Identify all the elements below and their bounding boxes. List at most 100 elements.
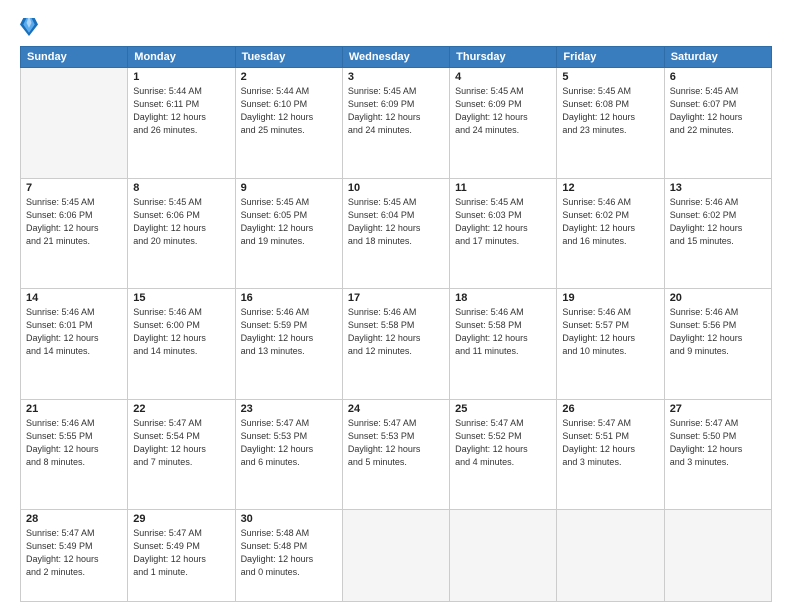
page: SundayMondayTuesdayWednesdayThursdayFrid… [0,0,792,612]
day-info: Sunrise: 5:46 AM Sunset: 5:58 PM Dayligh… [348,306,444,358]
calendar-cell [557,510,664,602]
weekday-header: Friday [557,47,664,68]
week-row: 28 Sunrise: 5:47 AM Sunset: 5:49 PM Dayli… [21,510,772,602]
weekday-header: Sunday [21,47,128,68]
week-row: 21Sunrise: 5:46 AM Sunset: 5:55 PM Dayli… [21,399,772,510]
day-number: 7 [26,182,122,194]
day-number: 26 [562,403,658,415]
day-info: Sunrise: 5:46 AM Sunset: 5:58 PM Dayligh… [455,306,551,358]
day-number: 3 [348,71,444,83]
day-number: 25 [455,403,551,415]
calendar-cell: 8 Sunrise: 5:45 AM Sunset: 6:06 PM Daylig… [128,178,235,289]
logo [20,16,42,38]
day-number: 17 [348,292,444,304]
day-info: Sunrise: 5:45 AM Sunset: 6:06 PM Dayligh… [26,196,122,248]
day-info: Sunrise: 5:45 AM Sunset: 6:07 PM Dayligh… [670,85,766,137]
week-row: 14 Sunrise: 5:46 AM Sunset: 6:01 PM Dayli… [21,289,772,400]
day-number: 10 [348,182,444,194]
day-number: 16 [241,292,337,304]
day-info: Sunrise: 5:44 AM Sunset: 6:10 PM Dayligh… [241,85,337,137]
day-number: 11 [455,182,551,194]
day-number: 18 [455,292,551,304]
day-number: 20 [670,292,766,304]
day-number: 4 [455,71,551,83]
day-info: Sunrise: 5:46 AM Sunset: 5:59 PM Dayligh… [241,306,337,358]
day-info: Sunrise: 5:45 AM Sunset: 6:09 PM Dayligh… [455,85,551,137]
calendar-cell: 17 Sunrise: 5:46 AM Sunset: 5:58 PM Dayli… [342,289,449,400]
day-number: 1 [133,71,229,83]
day-info: Sunrise: 5:47 AM Sunset: 5:49 PM Dayligh… [133,527,229,579]
weekday-header: Thursday [450,47,557,68]
day-number: 14 [26,292,122,304]
calendar-cell: 4 Sunrise: 5:45 AM Sunset: 6:09 PM Daylig… [450,68,557,179]
calendar-cell: 19 Sunrise: 5:46 AM Sunset: 5:57 PM Dayli… [557,289,664,400]
day-number: 22 [133,403,229,415]
day-number: 29 [133,513,229,525]
weekday-header: Wednesday [342,47,449,68]
calendar-cell: 28 Sunrise: 5:47 AM Sunset: 5:49 PM Dayli… [21,510,128,602]
day-info: Sunrise: 5:45 AM Sunset: 6:06 PM Dayligh… [133,196,229,248]
calendar-cell: 22 Sunrise: 5:47 AM Sunset: 5:54 PM Dayli… [128,399,235,510]
day-number: 19 [562,292,658,304]
day-number: 27 [670,403,766,415]
day-info: Sunrise: 5:47 AM Sunset: 5:53 PM Dayligh… [348,417,444,469]
day-number: 21 [26,403,122,415]
calendar-cell [450,510,557,602]
calendar-cell: 3 Sunrise: 5:45 AM Sunset: 6:09 PM Daylig… [342,68,449,179]
calendar-cell [21,68,128,179]
day-info: Sunrise: 5:45 AM Sunset: 6:09 PM Dayligh… [348,85,444,137]
day-number: 28 [26,513,122,525]
day-number: 15 [133,292,229,304]
calendar-cell: 7 Sunrise: 5:45 AM Sunset: 6:06 PM Daylig… [21,178,128,289]
day-info: Sunrise: 5:47 AM Sunset: 5:54 PM Dayligh… [133,417,229,469]
day-info: Sunrise: 5:46 AM Sunset: 6:01 PM Dayligh… [26,306,122,358]
calendar-cell: 13Sunrise: 5:46 AM Sunset: 6:02 PM Dayli… [664,178,771,289]
day-number: 8 [133,182,229,194]
calendar-cell: 23 Sunrise: 5:47 AM Sunset: 5:53 PM Dayli… [235,399,342,510]
calendar-cell: 14 Sunrise: 5:46 AM Sunset: 6:01 PM Dayli… [21,289,128,400]
calendar-cell: 15 Sunrise: 5:46 AM Sunset: 6:00 PM Dayli… [128,289,235,400]
week-row: 7 Sunrise: 5:45 AM Sunset: 6:06 PM Daylig… [21,178,772,289]
calendar-cell [664,510,771,602]
day-info: Sunrise: 5:48 AM Sunset: 5:48 PM Dayligh… [241,527,337,579]
day-info: Sunrise: 5:44 AM Sunset: 6:11 PM Dayligh… [133,85,229,137]
day-info: Sunrise: 5:46 AM Sunset: 6:02 PM Dayligh… [562,196,658,248]
day-info: Sunrise: 5:46 AM Sunset: 6:00 PM Dayligh… [133,306,229,358]
calendar-cell: 26 Sunrise: 5:47 AM Sunset: 5:51 PM Dayli… [557,399,664,510]
day-number: 9 [241,182,337,194]
day-info: Sunrise: 5:47 AM Sunset: 5:49 PM Dayligh… [26,527,122,579]
day-info: Sunrise: 5:45 AM Sunset: 6:03 PM Dayligh… [455,196,551,248]
calendar-cell: 5 Sunrise: 5:45 AM Sunset: 6:08 PM Daylig… [557,68,664,179]
calendar-cell: 29 Sunrise: 5:47 AM Sunset: 5:49 PM Dayli… [128,510,235,602]
weekday-header: Saturday [664,47,771,68]
weekday-header: Tuesday [235,47,342,68]
day-number: 2 [241,71,337,83]
calendar-cell: 2 Sunrise: 5:44 AM Sunset: 6:10 PM Daylig… [235,68,342,179]
calendar-cell: 18 Sunrise: 5:46 AM Sunset: 5:58 PM Dayli… [450,289,557,400]
day-number: 13 [670,182,766,194]
day-number: 23 [241,403,337,415]
day-number: 24 [348,403,444,415]
calendar-cell: 1 Sunrise: 5:44 AM Sunset: 6:11 PM Daylig… [128,68,235,179]
logo-icon [20,16,38,38]
day-info: Sunrise: 5:45 AM Sunset: 6:08 PM Dayligh… [562,85,658,137]
calendar-cell: 10 Sunrise: 5:45 AM Sunset: 6:04 PM Dayli… [342,178,449,289]
day-info: Sunrise: 5:47 AM Sunset: 5:51 PM Dayligh… [562,417,658,469]
day-info: Sunrise: 5:47 AM Sunset: 5:50 PM Dayligh… [670,417,766,469]
calendar-cell: 11 Sunrise: 5:45 AM Sunset: 6:03 PM Dayli… [450,178,557,289]
calendar-cell: 30Sunrise: 5:48 AM Sunset: 5:48 PM Dayli… [235,510,342,602]
calendar-cell: 20 Sunrise: 5:46 AM Sunset: 5:56 PM Dayli… [664,289,771,400]
calendar-cell: 21Sunrise: 5:46 AM Sunset: 5:55 PM Dayli… [21,399,128,510]
day-info: Sunrise: 5:47 AM Sunset: 5:53 PM Dayligh… [241,417,337,469]
day-number: 5 [562,71,658,83]
calendar-cell: 27 Sunrise: 5:47 AM Sunset: 5:50 PM Dayli… [664,399,771,510]
day-info: Sunrise: 5:46 AM Sunset: 5:57 PM Dayligh… [562,306,658,358]
week-row: 1 Sunrise: 5:44 AM Sunset: 6:11 PM Daylig… [21,68,772,179]
calendar-cell: 6Sunrise: 5:45 AM Sunset: 6:07 PM Daylig… [664,68,771,179]
weekday-header: Monday [128,47,235,68]
calendar-table: SundayMondayTuesdayWednesdayThursdayFrid… [20,46,772,602]
day-info: Sunrise: 5:45 AM Sunset: 6:04 PM Dayligh… [348,196,444,248]
day-info: Sunrise: 5:46 AM Sunset: 5:56 PM Dayligh… [670,306,766,358]
day-number: 12 [562,182,658,194]
calendar-cell [342,510,449,602]
